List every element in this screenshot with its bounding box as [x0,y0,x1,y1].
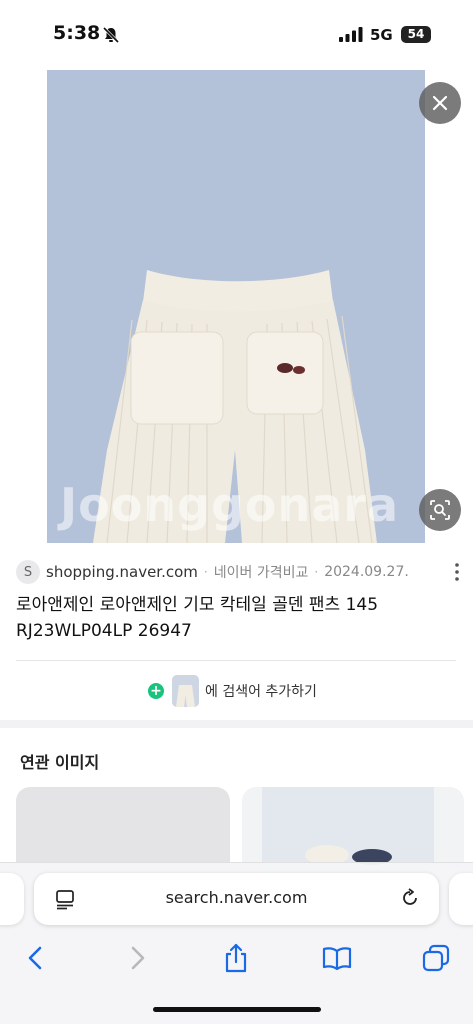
separator-dot: · [314,565,319,579]
source-row[interactable]: S shopping.naver.com · 네이버 가격비교 · 2024.0… [16,558,461,586]
bookmarks-icon [322,947,352,971]
previous-tab-peek[interactable] [0,873,24,925]
back-icon [28,946,42,970]
reload-icon[interactable] [399,887,421,909]
more-options-icon[interactable] [453,561,461,583]
network-label: 5G [370,26,393,44]
forward-icon [131,946,145,970]
source-date: 2024.09.27. [324,564,409,580]
browser-toolbar [0,938,473,978]
product-image[interactable] [47,70,425,543]
forward-button[interactable] [121,942,153,974]
back-button[interactable] [20,942,52,974]
section-separator [0,720,473,728]
lens-search-icon [430,500,450,520]
image-viewer [0,70,473,543]
status-bar: 5:38 5G 54 [0,0,473,70]
source-site: 네이버 가격비교 [213,565,309,581]
address-bar[interactable]: search.naver.com [34,873,439,925]
signal-icon [339,27,363,42]
reader-icon[interactable] [54,888,76,910]
add-to-search-button[interactable]: + 에 검색어 추가하기 [148,675,317,707]
bookmarks-button[interactable] [321,942,353,974]
add-to-search-label: 에 검색어 추가하기 [205,684,317,700]
source-domain[interactable]: shopping.naver.com [46,563,198,581]
watermark-text: Joonggonara [60,478,400,532]
plus-icon: + [148,683,164,699]
home-indicator [153,1007,321,1012]
close-icon [432,95,448,111]
divider [16,660,456,661]
result-title[interactable]: 로아앤제인 로아앤제인 기모 칵테일 골덴 팬츠 145 RJ23WLP04LP… [16,592,456,644]
search-thumbnail [172,675,199,707]
close-button[interactable] [419,82,461,124]
source-favicon: S [16,560,40,584]
bell-off-icon [102,26,120,44]
status-time: 5:38 [53,22,101,44]
pants-illustration [47,70,425,543]
related-images-title: 연관 이미지 [20,753,100,772]
battery-indicator: 54 [401,26,431,43]
tabs-button[interactable] [420,942,452,974]
url-text[interactable]: search.naver.com [94,888,379,907]
share-button[interactable] [220,942,252,974]
next-tab-peek[interactable] [449,873,473,925]
lens-search-button[interactable] [419,489,461,531]
separator-dot: · [203,565,208,579]
tabs-icon [422,944,450,972]
share-icon [225,943,247,973]
